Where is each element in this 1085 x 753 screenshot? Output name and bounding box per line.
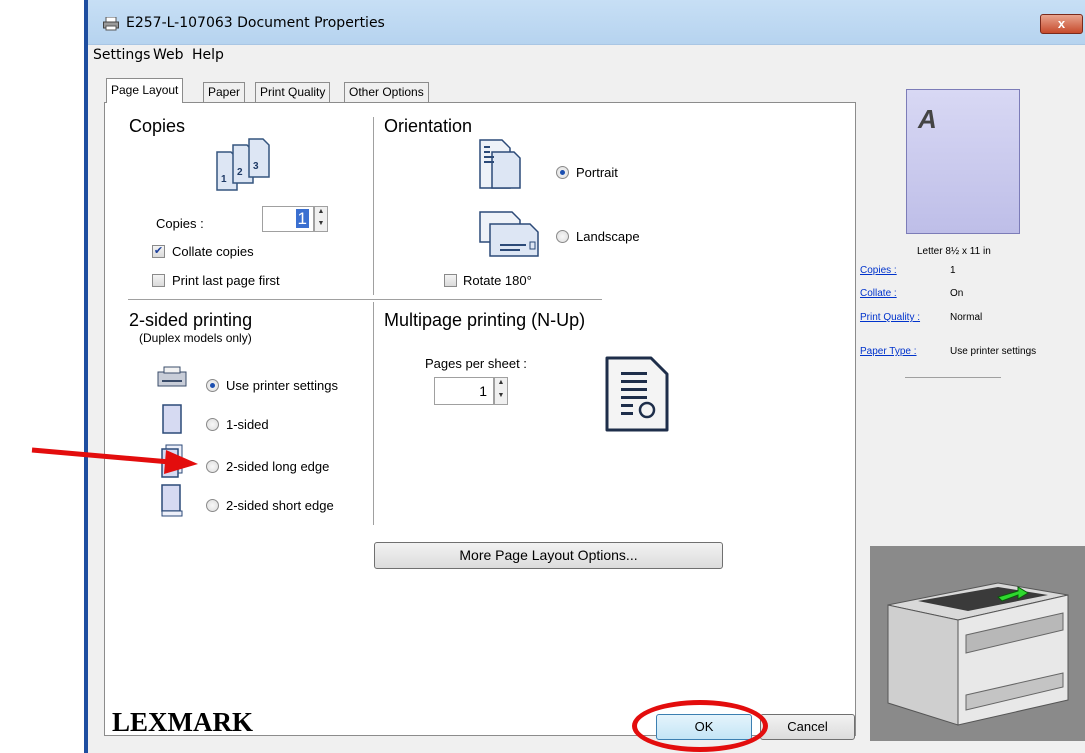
pages-per-sheet-stepper[interactable]: ▲ ▼ — [494, 377, 508, 405]
lexmark-logo: LEXMARK — [112, 707, 253, 737]
summary-paper-type-value: Use printer settings — [950, 346, 1037, 357]
summary-print-quality-value: Normal — [950, 312, 983, 323]
summary-paper-type-link[interactable]: Paper Type : — [860, 346, 917, 357]
landscape-radio[interactable] — [556, 230, 569, 243]
tab-paper[interactable]: Paper — [203, 82, 246, 102]
duplex-use-printer-settings-radio[interactable] — [206, 379, 219, 392]
summary-collate-link[interactable]: Collate : — [860, 288, 897, 299]
summary-collate-value: On — [950, 288, 964, 299]
menu-bar: Settings Web Help — [88, 45, 1085, 67]
more-page-layout-options-button[interactable]: More Page Layout Options... — [374, 542, 723, 569]
tab-other-options[interactable]: Other Options — [344, 82, 429, 102]
annotation-circle — [632, 700, 768, 752]
copies-label: Copies : — [156, 216, 204, 231]
duplex-long-edge-radio[interactable] — [206, 460, 219, 473]
menu-settings[interactable]: Settings — [93, 47, 150, 63]
spin-down-icon[interactable]: ▼ — [315, 219, 327, 231]
duplex-heading: 2-sided printing — [129, 310, 253, 330]
section-divider — [373, 302, 374, 525]
close-button[interactable]: x — [1040, 14, 1083, 34]
duplex-option-label: 2-sided short edge — [226, 498, 334, 513]
print-last-first-checkbox[interactable] — [152, 274, 165, 287]
short-edge-icon — [161, 484, 183, 517]
spin-up-icon[interactable]: ▲ — [495, 378, 507, 391]
rotate-180-checkbox[interactable] — [444, 274, 457, 287]
duplex-short-edge-radio[interactable] — [206, 499, 219, 512]
printer-settings-icon — [157, 366, 187, 387]
annotation-arrow-icon — [31, 447, 198, 474]
page-preview-letter: A — [918, 104, 937, 134]
cancel-button[interactable]: Cancel — [760, 714, 855, 740]
printer-icon — [103, 17, 119, 31]
window-title: E257-L-107063 Document Properties — [126, 15, 385, 31]
desktop-background — [0, 0, 88, 753]
summary-copies-value: 1 — [950, 265, 956, 276]
pages-per-sheet-label: Pages per sheet : — [425, 356, 527, 371]
paper-size-text: Letter 8½ x 11 in — [917, 246, 991, 257]
copies-heading: Copies — [129, 116, 186, 136]
copies-icon: 1 2 3 — [216, 138, 270, 191]
collate-checkbox[interactable]: ✔ — [152, 245, 165, 258]
section-divider — [373, 117, 374, 295]
close-icon: x — [1057, 16, 1066, 31]
summary-divider — [905, 377, 1001, 378]
print-last-first-label: Print last page first — [172, 273, 280, 288]
menu-web[interactable]: Web — [153, 47, 184, 63]
collate-label: Collate copies — [172, 244, 254, 259]
tab-page-layout[interactable]: Page Layout — [106, 78, 184, 103]
portrait-label: Portrait — [576, 165, 618, 180]
duplex-option-label: 1-sided — [226, 417, 269, 432]
pages-per-sheet-value: 1 — [479, 383, 487, 399]
copies-icon-digit: 1 — [221, 174, 227, 185]
nup-document-icon — [605, 356, 669, 432]
portrait-icon — [479, 139, 521, 189]
spin-up-icon[interactable]: ▲ — [315, 207, 327, 219]
copies-icon-digit: 3 — [253, 161, 259, 172]
section-divider — [128, 299, 602, 300]
orientation-heading: Orientation — [384, 116, 473, 136]
duplex-subheading: (Duplex models only) — [139, 331, 252, 345]
duplex-1-sided-radio[interactable] — [206, 418, 219, 431]
duplex-option-label: Use printer settings — [226, 378, 338, 393]
summary-copies-link[interactable]: Copies : — [860, 265, 897, 276]
copies-input[interactable]: 1 — [262, 206, 314, 232]
copies-icon-digit: 2 — [237, 167, 243, 178]
tab-print-quality[interactable]: Print Quality — [255, 82, 331, 102]
pages-per-sheet-input[interactable]: 1 — [434, 377, 494, 405]
nup-heading: Multipage printing (N-Up) — [384, 310, 586, 330]
portrait-radio[interactable] — [556, 166, 569, 179]
duplex-option-label: 2-sided long edge — [226, 459, 330, 474]
one-sided-icon — [162, 404, 182, 434]
spin-down-icon[interactable]: ▼ — [495, 391, 507, 404]
copies-stepper[interactable]: ▲ ▼ — [314, 206, 328, 232]
summary-print-quality-link[interactable]: Print Quality : — [860, 312, 920, 323]
landscape-label: Landscape — [576, 229, 640, 244]
menu-help[interactable]: Help — [192, 47, 224, 63]
rotate-180-label: Rotate 180° — [463, 273, 532, 288]
copies-value: 1 — [295, 209, 309, 228]
landscape-icon — [479, 211, 539, 257]
printer-illustration-icon — [887, 582, 1069, 726]
